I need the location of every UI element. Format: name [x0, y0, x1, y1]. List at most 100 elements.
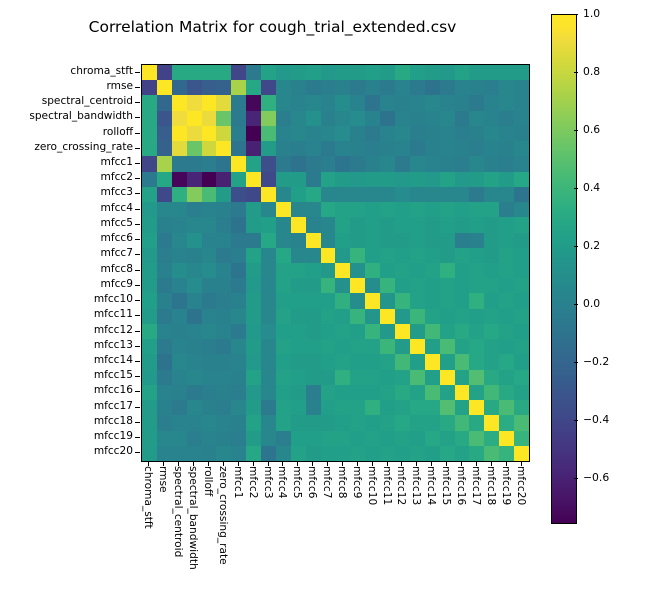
heatmap-cell [261, 247, 276, 263]
heatmap-cell [216, 430, 232, 446]
heatmap-cell [499, 110, 515, 126]
heatmap-cell [171, 430, 187, 446]
y-tick-label-mfcc7: mfcc7 [100, 247, 133, 260]
heatmap-cell [380, 65, 396, 81]
heatmap-cell [275, 415, 291, 431]
heatmap-cell [261, 354, 276, 370]
heatmap-cell [365, 202, 381, 218]
heatmap-cell [231, 232, 247, 248]
heatmap-cell [514, 400, 529, 416]
heatmap-cell [186, 186, 202, 203]
heatmap-cell [484, 202, 500, 218]
y-tick-mark [135, 315, 140, 316]
colorbar-tick-mark [574, 304, 578, 305]
heatmap-cell [142, 95, 157, 111]
heatmap-cell [216, 400, 232, 416]
heatmap-cell [514, 415, 529, 431]
heatmap-cell [320, 65, 336, 81]
heatmap-cell [290, 95, 306, 111]
heatmap-cell [395, 125, 410, 142]
colorbar-tick-mark [574, 246, 578, 247]
heatmap-cell [409, 110, 425, 126]
heatmap-cell [216, 125, 232, 142]
heatmap-cell [365, 110, 381, 126]
heatmap-cell [305, 415, 321, 431]
heatmap-cell [350, 95, 366, 111]
heatmap-cell [484, 415, 500, 431]
heatmap-cell [424, 354, 440, 370]
heatmap-cell [216, 445, 232, 461]
x-tick-label-mfcc12: mfcc12 [395, 466, 408, 506]
heatmap-cell [186, 278, 202, 294]
heatmap-cell [246, 262, 262, 279]
heatmap-cell [186, 125, 202, 142]
heatmap-cell [201, 415, 217, 431]
heatmap-cell [171, 384, 187, 401]
heatmap-cell [350, 308, 366, 324]
heatmap-cell [380, 339, 396, 355]
heatmap-cell [439, 217, 455, 233]
heatmap-cell [380, 80, 396, 96]
heatmap-cell [514, 141, 529, 157]
heatmap-cell [142, 369, 157, 385]
heatmap-cell [514, 323, 529, 340]
heatmap-cell [261, 369, 276, 385]
heatmap-cell [275, 232, 291, 248]
heatmap-cell [142, 415, 157, 431]
y-tick-label-mfcc11: mfcc11 [93, 308, 133, 321]
heatmap-cell [514, 430, 529, 446]
heatmap-cell [290, 369, 306, 385]
colorbar-tick-label: 0.8 [583, 65, 601, 79]
heatmap-cell [156, 125, 172, 142]
heatmap-cell [275, 171, 291, 187]
heatmap-cell [335, 415, 351, 431]
heatmap-cell [335, 110, 351, 126]
heatmap-cell [275, 339, 291, 355]
heatmap-cell [395, 308, 410, 324]
heatmap-cell [395, 339, 410, 355]
heatmap-cell [409, 232, 425, 248]
colorbar-tick-label: 0.0 [583, 297, 601, 311]
heatmap-cell [171, 125, 187, 142]
heatmap-cell [142, 384, 157, 401]
heatmap-cell [469, 415, 485, 431]
heatmap-cell [335, 186, 351, 203]
heatmap-cell [320, 80, 336, 96]
heatmap-cell [320, 430, 336, 446]
heatmap-cell [469, 202, 485, 218]
heatmap-cell [454, 232, 470, 248]
heatmap-cell [514, 247, 529, 263]
heatmap-cell [305, 65, 321, 81]
heatmap-cell [484, 293, 500, 309]
heatmap-cell [201, 202, 217, 218]
heatmap-cell [290, 217, 306, 233]
heatmap-cell [231, 217, 247, 233]
heatmap-cell [186, 202, 202, 218]
heatmap-cell [156, 369, 172, 385]
heatmap-cell [439, 141, 455, 157]
x-tick-label-mfcc7: mfcc7 [321, 466, 334, 499]
heatmap-cell [216, 354, 232, 370]
heatmap-cell [171, 415, 187, 431]
heatmap-cell [305, 384, 321, 401]
heatmap-cell [142, 232, 157, 248]
y-tick-mark [135, 178, 140, 179]
heatmap-cell [305, 110, 321, 126]
heatmap-cell [320, 384, 336, 401]
heatmap-cell [231, 247, 247, 263]
heatmap-cell [350, 202, 366, 218]
heatmap-cell [469, 384, 485, 401]
heatmap-cell [246, 217, 262, 233]
heatmap-cell [201, 65, 217, 81]
heatmap-cell [275, 293, 291, 309]
heatmap-cell [350, 110, 366, 126]
heatmap-cell [142, 217, 157, 233]
heatmap-cell [454, 323, 470, 340]
heatmap-cell [275, 156, 291, 172]
heatmap-cell [409, 171, 425, 187]
heatmap-cell [365, 80, 381, 96]
heatmap-cell [320, 369, 336, 385]
heatmap-cell [499, 430, 515, 446]
heatmap-cell [395, 80, 410, 96]
x-tick-label-chroma_stft: chroma_stft [142, 466, 155, 529]
